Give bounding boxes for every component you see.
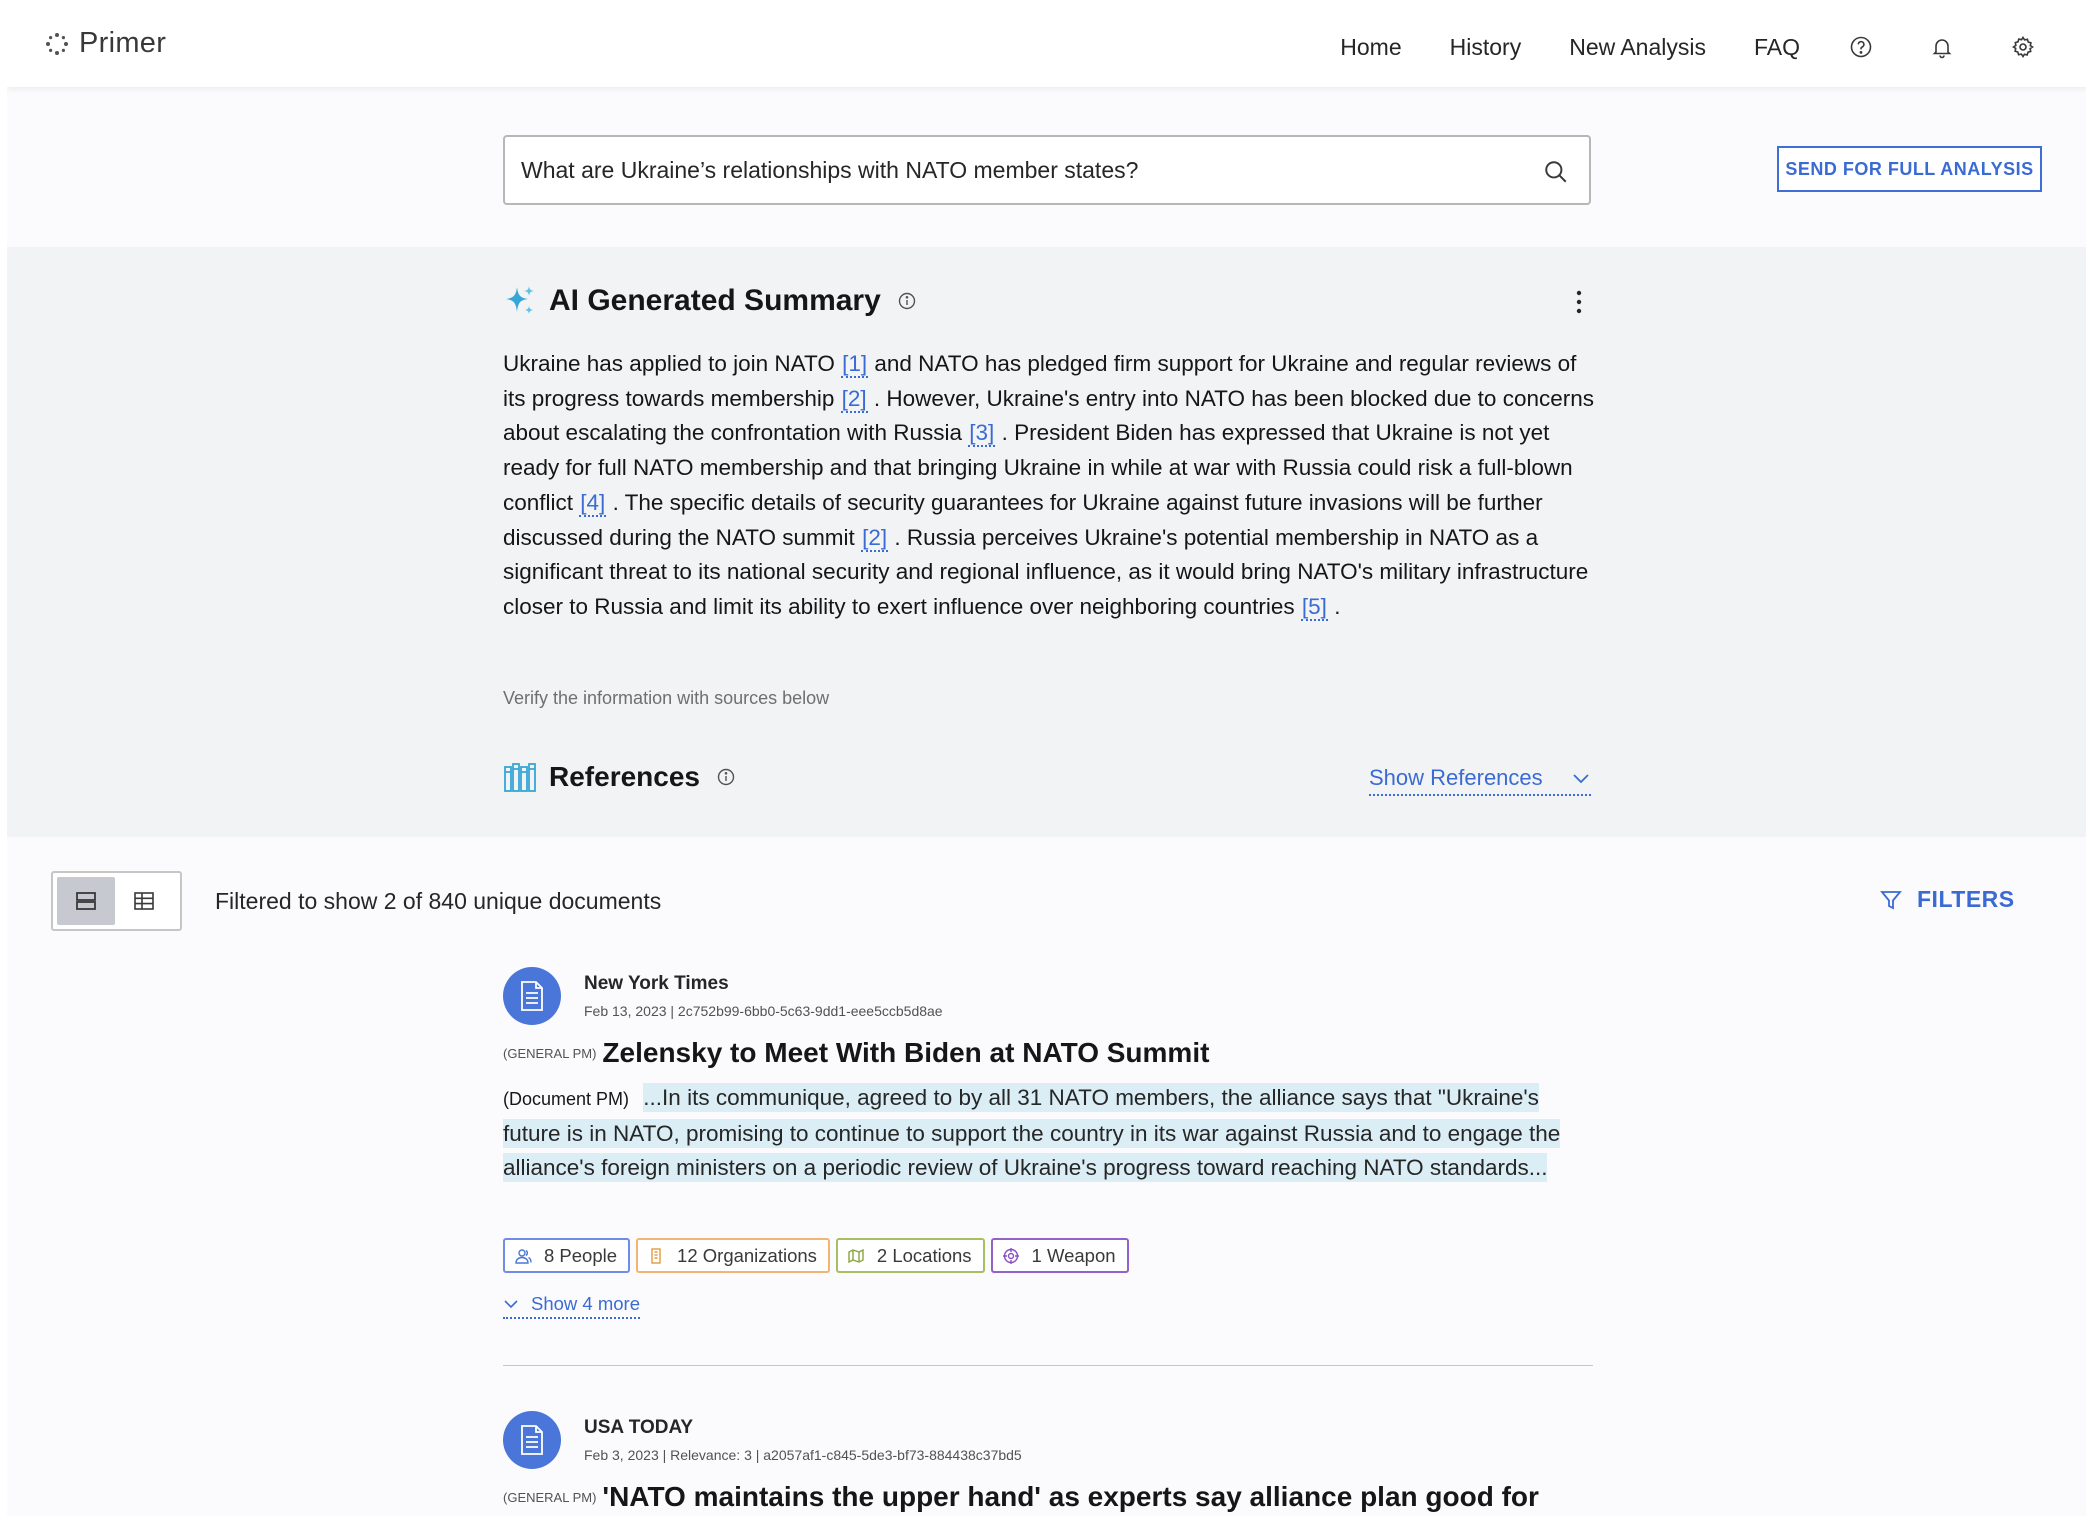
show-references-toggle[interactable]: Show References [1369,765,1591,796]
nav-faq[interactable]: FAQ [1754,34,1800,61]
organizations-count: 12 Organizations [677,1244,817,1266]
citation-3[interactable]: [3] [968,420,996,448]
document-meta: Feb 13, 2023 | 2c752b99-6bb0-5c63-9dd1-e… [584,1003,943,1019]
books-icon [504,763,536,792]
document-meta: Feb 3, 2023 | Relevance: 3 | a2057af1-c8… [584,1447,1022,1463]
references-header: References [503,761,736,793]
document-title[interactable]: 'NATO maintains the upper hand' as exper… [602,1481,1539,1512]
chevron-down-icon [1573,774,1589,784]
document-title-row: (GENERAL PM) 'NATO maintains the upper ha… [503,1481,1539,1513]
crosshair-icon [1002,1247,1019,1264]
document-avatar [503,967,561,1025]
show-references-label: Show References [1369,765,1543,790]
document-source[interactable]: New York Times [584,973,729,995]
document-icon [521,981,543,1011]
filter-funnel-icon [1880,890,1902,909]
app-name: Primer [79,27,167,59]
document-avatar [503,1411,561,1469]
snippet-classification: (Document PM) [503,1089,630,1109]
summary-text: Ukraine has applied to join NATO [1] and… [503,347,1603,625]
document-title-row: (GENERAL PM) Zelensky to Meet With Biden … [503,1037,1209,1069]
entity-tags: 8 People 12 Organizations 2 Locations 1 … [503,1238,1135,1273]
divider [503,1365,1593,1366]
nav-new-analysis[interactable]: New Analysis [1569,34,1706,61]
weapons-count: 1 Weapon [1031,1244,1116,1266]
locations-count: 2 Locations [876,1244,972,1266]
overflow-menu-icon[interactable] [1567,287,1591,317]
nav-history[interactable]: History [1450,34,1522,61]
summary-segment: . [1327,593,1341,619]
grid-view-icon [134,892,154,910]
summary-title: AI Generated Summary [549,284,881,317]
nav-home[interactable]: Home [1340,34,1401,61]
notification-bell-icon[interactable] [1929,34,1955,60]
show-more-label: Show 4 more [531,1293,640,1314]
citation-2[interactable]: [2] [840,385,868,413]
search-icon[interactable] [1543,159,1569,185]
search-section: SEND FOR FULL ANALYSIS [7,87,2086,247]
document-classification: (GENERAL PM) [503,1489,597,1505]
organizations-tag[interactable]: 12 Organizations [636,1238,830,1273]
snippet-highlight: ...In its communique, agreed to by all 3… [503,1083,1561,1183]
people-icon [515,1248,532,1264]
view-toggle [51,871,182,931]
citation-1[interactable]: [1] [841,351,869,378]
summary-header: AI Generated Summary [503,284,917,318]
main-nav: Home History New Analysis FAQ [1340,7,2086,87]
references-title: References [549,761,700,792]
settings-gear-icon[interactable] [2010,34,2036,60]
search-input[interactable] [521,156,1501,184]
ai-sparkle-icon [506,286,534,314]
document-classification: (GENERAL PM) [503,1045,597,1061]
citation-5[interactable]: [5] [1300,593,1328,621]
document-snippet: (Document PM) ...In its communique, agre… [503,1081,1593,1186]
filters-button[interactable]: FILTERS [1879,886,2015,913]
search-box[interactable] [503,135,1591,205]
chevron-down-icon [504,1300,518,1309]
list-view-button[interactable] [57,877,115,925]
locations-tag[interactable]: 2 Locations [835,1238,985,1273]
weapons-tag[interactable]: 1 Weapon [990,1238,1129,1273]
people-count: 8 People [544,1244,618,1266]
info-icon[interactable] [897,291,917,311]
document-title[interactable]: Zelensky to Meet With Biden at NATO Summ… [602,1037,1209,1068]
summary-panel: AI Generated Summary Ukraine has applied… [7,247,2086,837]
document-source[interactable]: USA TODAY [584,1417,693,1439]
references-info-icon[interactable] [716,767,736,787]
list-view-icon [76,892,96,910]
show-more-tags[interactable]: Show 4 more [503,1293,640,1319]
filters-label: FILTERS [1917,886,2015,912]
citation-2-repeat[interactable]: [2] [861,524,889,552]
send-for-full-analysis-button[interactable]: SEND FOR FULL ANALYSIS [1777,146,2042,192]
building-icon [651,1247,661,1264]
document-icon [521,1425,543,1455]
top-navigation-bar: Primer Home History New Analysis FAQ [7,7,2086,87]
primer-logo[interactable]: Primer [45,27,166,60]
people-tag[interactable]: 8 People [503,1238,631,1273]
verify-note: Verify the information with sources belo… [503,688,830,708]
logo-dots-icon [46,32,68,55]
summary-segment: Ukraine has applied to join NATO [503,351,842,376]
grid-view-button[interactable] [115,877,173,925]
results-section: Filtered to show 2 of 840 unique documen… [7,837,2086,1516]
document-card: New York Times Feb 13, 2023 | 2c752b99-6… [503,967,1593,1347]
help-icon[interactable] [1848,34,1874,60]
map-location-icon [848,1248,864,1263]
citation-4[interactable]: [4] [579,489,607,517]
app-window: Primer Home History New Analysis FAQ Wha… [7,7,2086,1516]
document-card: USA TODAY Feb 3, 2023 | Relevance: 3 | a… [503,1411,1593,1516]
filtered-count: Filtered to show 2 of 840 unique documen… [215,888,662,914]
